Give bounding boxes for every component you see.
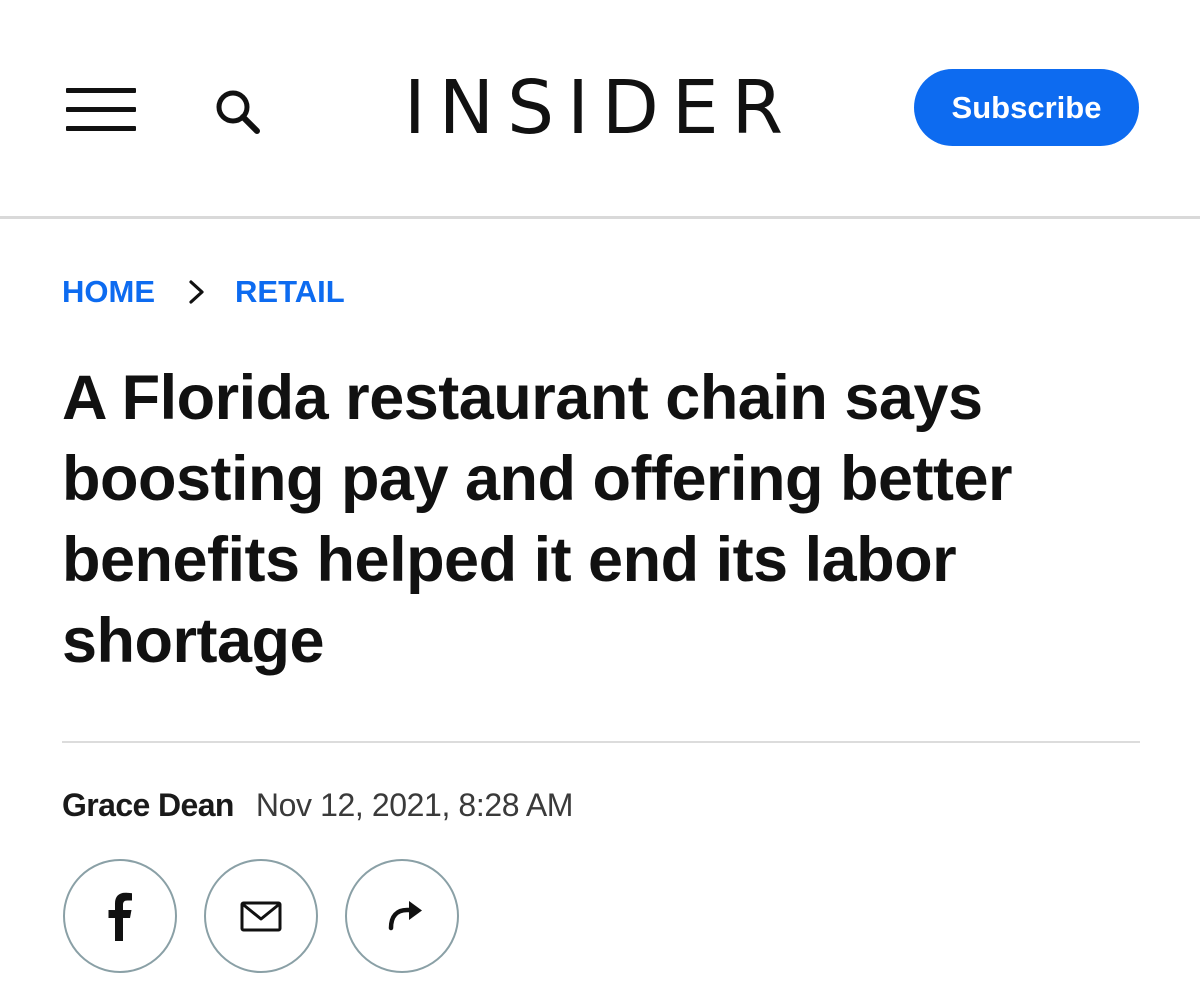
- site-header: INSIDER Subscribe: [0, 0, 1200, 219]
- facebook-icon: [108, 892, 132, 941]
- search-icon[interactable]: [208, 84, 266, 136]
- byline: Grace Dean Nov 12, 2021, 8:28 AM: [62, 782, 573, 828]
- hamburger-menu-icon[interactable]: [66, 88, 136, 132]
- email-icon: [240, 901, 282, 932]
- header-divider: [0, 216, 1200, 219]
- breadcrumb-home-link[interactable]: HOME: [62, 274, 155, 310]
- content-divider: [62, 741, 1140, 743]
- breadcrumb-retail-link[interactable]: RETAIL: [235, 274, 345, 310]
- menu-bar: [66, 88, 136, 93]
- breadcrumb: HOME RETAIL: [62, 270, 345, 314]
- menu-bar: [66, 126, 136, 131]
- share-facebook-button[interactable]: [63, 859, 177, 973]
- share-email-button[interactable]: [204, 859, 318, 973]
- share-arrow-icon: [388, 901, 422, 931]
- article-headline: A Florida restaurant chain says boosting…: [62, 363, 1013, 676]
- author-name[interactable]: Grace Dean: [62, 787, 234, 824]
- menu-bar: [66, 107, 136, 112]
- subscribe-button[interactable]: Subscribe: [914, 69, 1139, 146]
- share-more-button[interactable]: [345, 859, 459, 973]
- publish-timestamp: Nov 12, 2021, 8:28 AM: [255, 786, 574, 823]
- site-logo[interactable]: INSIDER: [395, 66, 805, 150]
- chevron-right-icon: [187, 277, 207, 307]
